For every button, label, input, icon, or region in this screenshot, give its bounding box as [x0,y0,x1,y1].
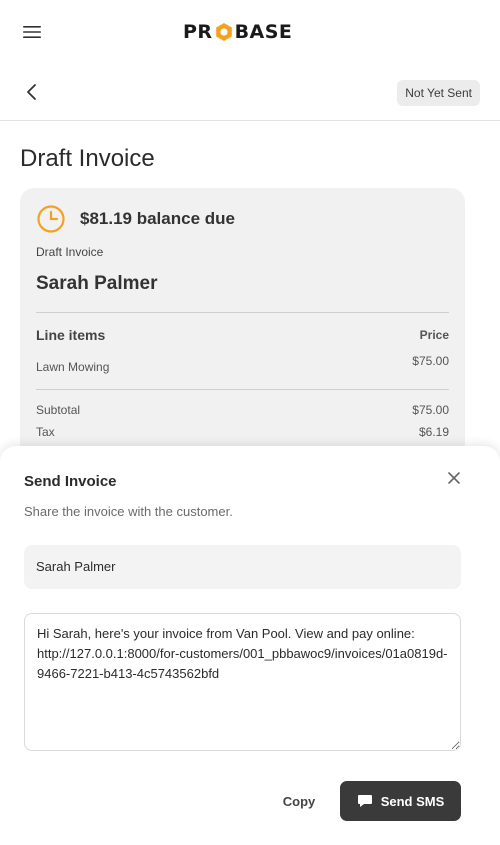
page-title: Draft Invoice [20,145,155,172]
chevron-left-icon[interactable] [22,82,42,102]
logo-text-left: PR [183,21,213,43]
send-sms-label: Send SMS [380,793,445,809]
app-header: PR BASE [0,0,500,64]
balance-row: $81.19 balance due [36,204,235,234]
send-invoice-sheet: Send Invoice Share the invoice with the … [0,446,500,845]
message-textarea[interactable]: Hi Sarah, here's your invoice from Van P… [24,613,461,751]
invoice-label: Draft Invoice [36,245,104,259]
invoice-subbar: Not Yet Sent [0,64,500,121]
logo-text-right: BASE [234,21,293,43]
status-badge: Not Yet Sent [397,80,480,106]
subtotal-value: $75.00 [412,403,449,417]
sheet-title: Send Invoice [24,473,117,490]
divider [36,389,449,390]
clock-icon [36,204,66,234]
customer-name[interactable]: Sarah Palmer [36,273,157,295]
close-icon[interactable] [446,470,462,486]
tax-value: $6.19 [418,425,449,439]
balance-due: $81.19 balance due [80,209,235,228]
line-item-name: Lawn Mowing [36,360,110,374]
divider [36,312,449,313]
price-header: Price [419,328,449,342]
sheet-subtitle: Share the invoice with the customer. [24,504,233,519]
menu-icon[interactable] [22,22,42,42]
chat-bubble-icon [357,794,373,808]
subtotal-label: Subtotal [36,403,81,417]
tax-label: Tax [36,425,55,439]
send-sms-button[interactable]: Send SMS [340,781,461,821]
copy-button[interactable]: Copy [278,791,320,811]
line-items-header: Line items [36,327,106,343]
recipient-field[interactable]: Sarah Palmer [24,545,461,589]
gear-icon [214,22,234,42]
probase-logo[interactable]: PR BASE [183,21,292,43]
line-item-price: $75.00 [412,354,449,368]
